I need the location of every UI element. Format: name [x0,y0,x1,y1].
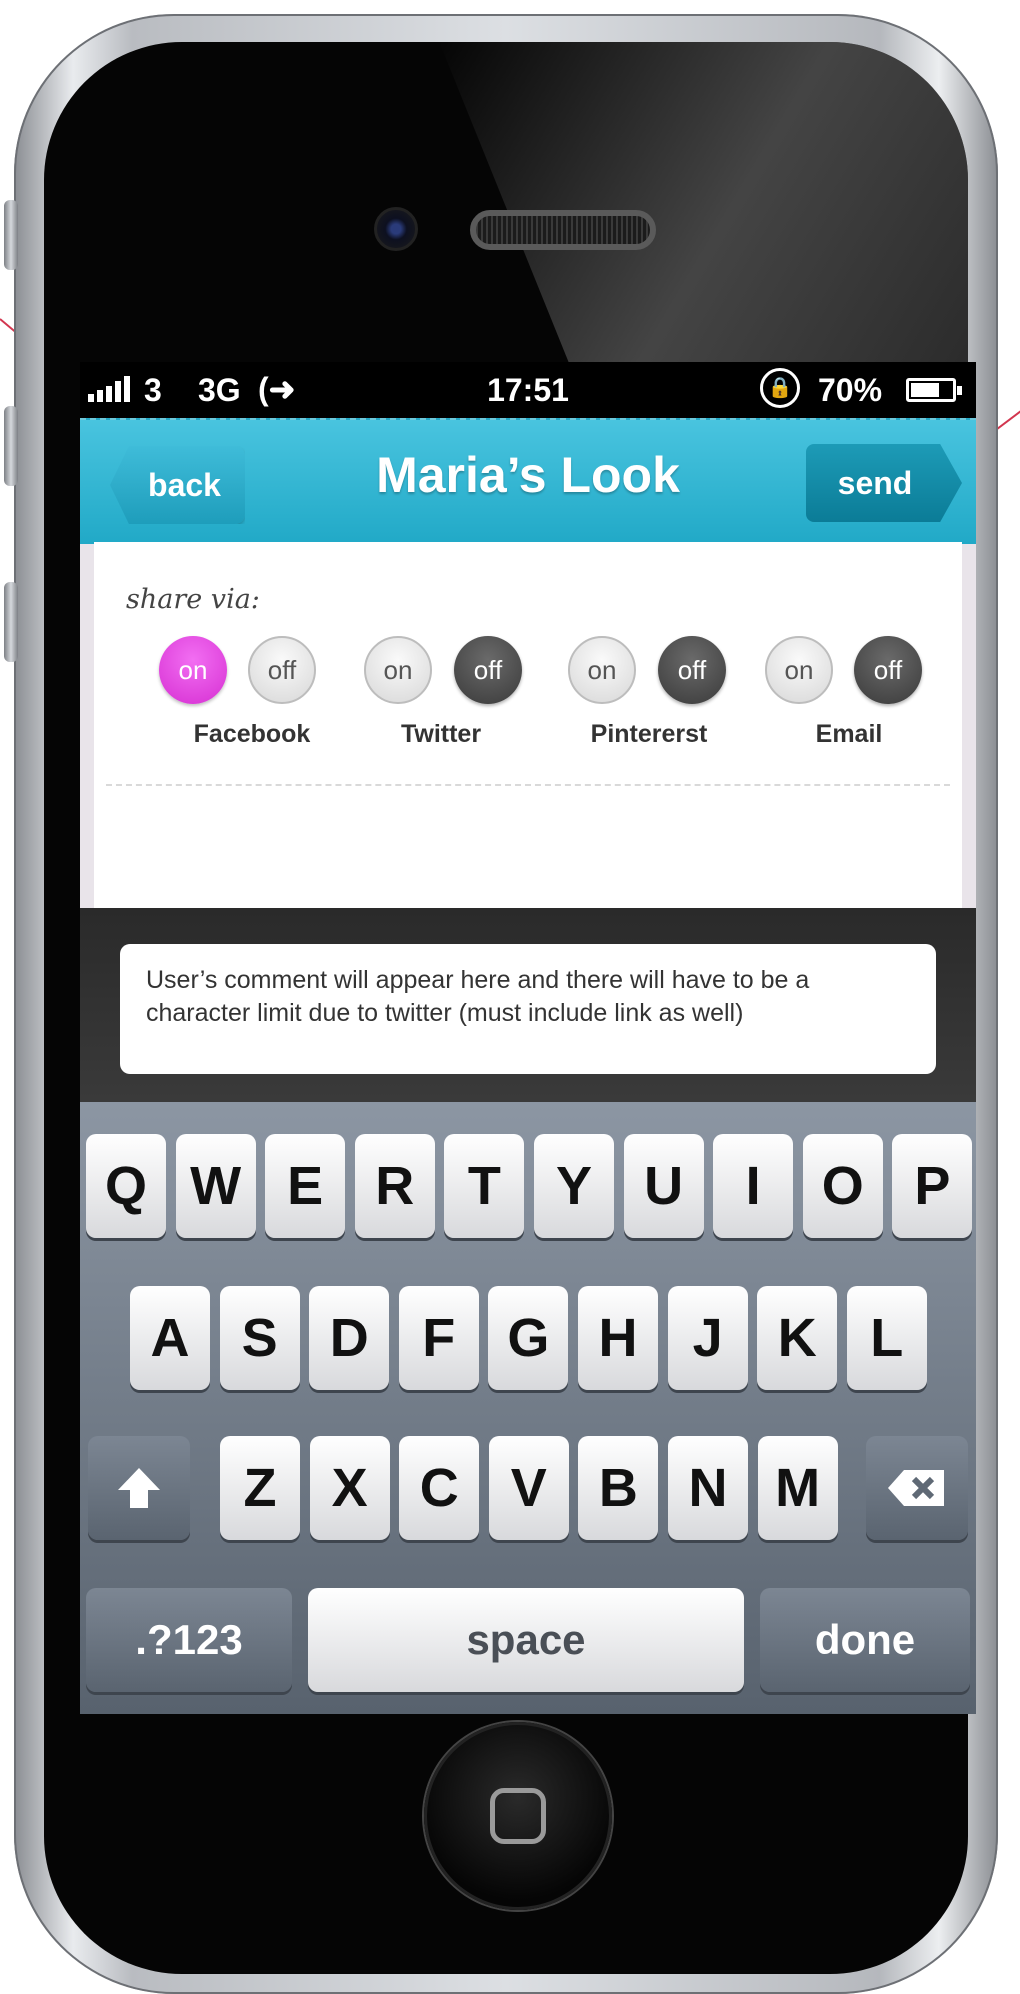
home-square-icon [490,1788,546,1844]
key-q[interactable]: Q [86,1134,166,1238]
mute-switch [4,200,18,270]
status-bar: 3 3G (➜ 17:51 🔒 70% [80,362,976,418]
twitter-label: Twitter [400,720,482,748]
home-button[interactable] [424,1722,612,1910]
rotation-lock-icon: 🔒 [760,368,800,408]
numbers-key[interactable]: .?123 [86,1588,292,1692]
space-key[interactable]: space [308,1588,744,1692]
pinterest-off-toggle[interactable]: off [658,636,726,704]
key-a[interactable]: A [130,1286,210,1390]
done-key[interactable]: done [760,1588,970,1692]
key-r[interactable]: R [354,1134,435,1238]
facebook-on-toggle[interactable]: on [159,636,227,704]
email-on-toggle[interactable]: on [765,636,833,704]
key-l[interactable]: L [846,1286,927,1390]
key-d[interactable]: D [309,1286,390,1390]
earpiece-speaker [470,210,656,250]
key-y[interactable]: Y [534,1134,614,1238]
send-button[interactable]: send [806,444,962,522]
key-z[interactable]: Z [220,1436,300,1540]
key-g[interactable]: G [488,1286,569,1390]
comment-text-field[interactable]: User’s comment will appear here and ther… [120,944,936,1074]
comment-area: User’s comment will appear here and ther… [80,908,976,1102]
key-x[interactable]: X [309,1436,390,1540]
share-via-label: share via: [126,584,260,615]
battery-percent: 70% [818,372,883,408]
navigation-bar: back Maria’s Look send [80,418,976,544]
shift-key[interactable] [88,1436,190,1540]
pinterest-on-toggle[interactable]: on [568,636,636,704]
key-m[interactable]: M [757,1436,838,1540]
volume-up-button [4,406,18,486]
key-v[interactable]: V [488,1436,569,1540]
email-off-toggle[interactable]: off [854,636,922,704]
key-e[interactable]: E [265,1134,346,1238]
share-panel: share via: on off Facebook on off Twitte… [94,542,962,908]
front-camera [374,207,418,251]
divider [106,784,950,786]
twitter-off-toggle[interactable]: off [454,636,522,704]
facebook-label: Facebook [193,720,311,748]
key-n[interactable]: N [668,1436,748,1540]
key-s[interactable]: S [219,1286,300,1390]
shift-icon [118,1468,160,1508]
key-t[interactable]: T [444,1134,525,1238]
facebook-off-toggle[interactable]: off [248,636,316,704]
volume-down-button [4,582,18,662]
key-w[interactable]: W [175,1134,256,1238]
screen: 3 3G (➜ 17:51 🔒 70% back Maria’s Look se… [80,362,976,1714]
key-f[interactable]: F [398,1286,479,1390]
email-label: Email [815,720,883,748]
key-u[interactable]: U [623,1134,704,1238]
keyboard: QWERTYUIOP ASDFGHJKL ZXCVBNM .?123 space… [80,1102,976,1714]
key-b[interactable]: B [578,1436,659,1540]
key-p[interactable]: P [892,1134,973,1238]
key-h[interactable]: H [578,1286,658,1390]
delete-key[interactable] [866,1436,968,1540]
key-o[interactable]: O [802,1134,883,1238]
backspace-icon [888,1470,944,1506]
battery-icon [906,378,962,402]
twitter-on-toggle[interactable]: on [364,636,432,704]
key-j[interactable]: J [667,1286,748,1390]
pinterest-label: Pintererst [590,720,708,748]
key-i[interactable]: I [713,1134,794,1238]
key-c[interactable]: C [399,1436,480,1540]
key-k[interactable]: K [757,1286,838,1390]
